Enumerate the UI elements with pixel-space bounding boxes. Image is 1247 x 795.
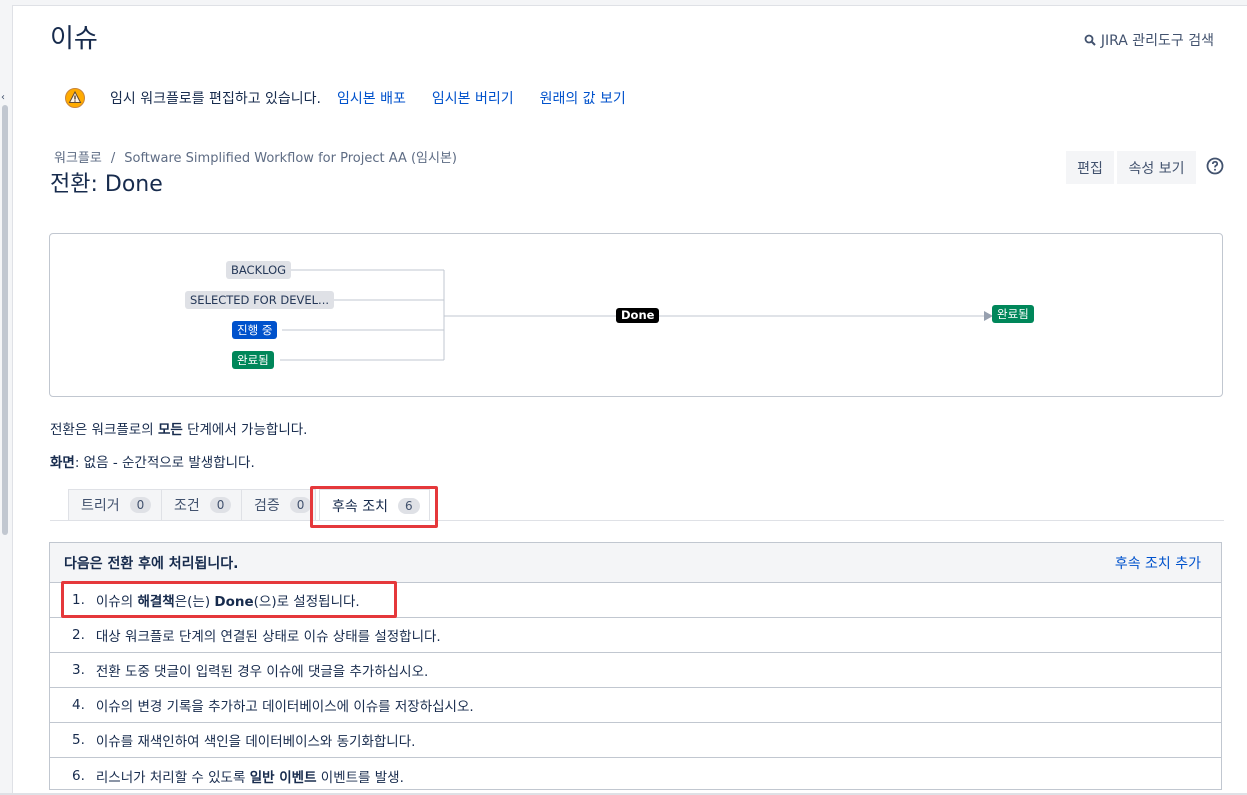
- admin-search-link[interactable]: JIRA 관리도구 검색: [1084, 30, 1214, 50]
- post-functions-panel: 다음은 전환 후에 처리됩니다. 후속 조치 추가 1. 이슈의 해결책은(는) …: [49, 542, 1222, 790]
- scrollbar-thumb[interactable]: [2, 105, 8, 535]
- transition-label: Done: [616, 308, 660, 323]
- post-functions-list: 1. 이슈의 해결책은(는) Done(으)로 설정됩니다. 2. 대상 워크플로 단…: [50, 583, 1221, 789]
- post-function-number: 3.: [72, 662, 85, 678]
- post-function-text: 전환 도중 댓글이 입력된 경우 이슈에 댓글을 추가하십시오.: [96, 660, 428, 680]
- availability-text-post: 단계에서 가능합니다.: [182, 422, 308, 438]
- page-title: 이슈: [50, 24, 98, 54]
- edit-button[interactable]: 편집: [1066, 151, 1114, 184]
- availability-text-pre: 전환은 워크플로의: [50, 422, 158, 438]
- tab-conditions-label: 조건: [174, 498, 200, 514]
- chevron-left-icon[interactable]: ‹: [1, 92, 5, 103]
- transition-screen-text: 화면: 없음 - 순간적으로 발생합니다.: [50, 451, 255, 471]
- source-status-in-progress: 진행 중: [232, 321, 278, 339]
- post-function-text: 리스너가 처리할 수 있도록 일반 이벤트 이벤트를 발생.: [96, 766, 404, 786]
- tab-post-functions-label: 후속 조치: [332, 498, 388, 515]
- post-function-text-part: 이슈의: [95, 594, 138, 610]
- search-icon: [1084, 34, 1096, 46]
- post-function-text-part: 리스너가 처리할 수 있도록: [95, 769, 250, 786]
- breadcrumb: 워크플로 / Software Simplified Workflow for Pr…: [54, 147, 457, 166]
- tab-post-functions-count: 6: [397, 497, 420, 514]
- breadcrumb-workflow-name[interactable]: Software Simplified Workflow for Project…: [124, 151, 457, 166]
- top-border: [0, 0, 1247, 6]
- post-functions-header-text: 다음은 전환 후에 처리됩니다.: [64, 555, 239, 572]
- tab-triggers-count: 0: [129, 497, 152, 513]
- tab-triggers[interactable]: 트리거 0: [68, 489, 162, 520]
- help-icon[interactable]: [1206, 157, 1224, 175]
- draft-warning-message: 임시 워크플로를 편집하고 있습니다.: [110, 91, 321, 107]
- post-function-text-part: 은(는): [174, 594, 215, 610]
- transition-title-prefix: 전환:: [50, 172, 105, 197]
- post-function-text: 이슈를 재색인하여 색인을 데이터베이스와 동기화합니다.: [96, 730, 416, 750]
- tab-post-functions[interactable]: 후속 조치 6: [319, 489, 430, 521]
- post-function-text: 대상 워크플로 단계의 연결된 상태로 이슈 상태를 설정합니다.: [96, 625, 441, 645]
- tab-validators[interactable]: 검증 0: [241, 489, 316, 520]
- breadcrumb-workflows[interactable]: 워크플로: [54, 151, 102, 166]
- transition-title: 전환: Done: [50, 166, 163, 198]
- tab-conditions-count: 0: [209, 497, 232, 513]
- tabs-divider: [50, 520, 1224, 521]
- tab-conditions[interactable]: 조건 0: [161, 489, 242, 520]
- post-function-text-bold: Done: [214, 594, 254, 610]
- transition-availability-text: 전환은 워크플로의 모든 단계에서 가능합니다.: [50, 418, 307, 438]
- warning-icon: [65, 88, 85, 108]
- post-function-number: 2.: [72, 627, 85, 643]
- add-post-function-link[interactable]: 후속 조치 추가: [1115, 553, 1201, 573]
- post-function-text-bold: 해결책: [137, 594, 175, 610]
- breadcrumb-separator: /: [110, 151, 116, 166]
- post-function-text: 이슈의 변경 기록을 추가하고 데이터베이스에 이슈를 저장하십시오.: [96, 695, 474, 715]
- post-function-text-part: 전환 도중 댓글이 입력된 경우 이슈에 댓글을 추가하십시오.: [95, 664, 429, 680]
- post-function-number: 4.: [72, 697, 85, 713]
- view-original-link[interactable]: 원래의 값 보기: [540, 88, 626, 108]
- post-function-text-bold: 일반 이벤트: [249, 769, 317, 786]
- source-status-done: 완료됨: [232, 351, 274, 369]
- post-function-number: 6.: [72, 767, 85, 784]
- screen-label: 화면: [50, 455, 75, 471]
- left-scrollbar[interactable]: ‹: [0, 5, 13, 795]
- post-function-row: 5. 이슈를 재색인하여 색인을 데이터베이스와 동기화합니다.: [50, 723, 1221, 758]
- post-function-text-part: 대상 워크플로 단계의 연결된 상태로 이슈 상태를 설정합니다.: [95, 629, 441, 645]
- post-function-row: 2. 대상 워크플로 단계의 연결된 상태로 이슈 상태를 설정합니다.: [50, 618, 1221, 653]
- tab-validators-label: 검증: [254, 498, 280, 514]
- post-function-row: 1. 이슈의 해결책은(는) Done(으)로 설정됩니다.: [50, 583, 1221, 618]
- tab-validators-count: 0: [289, 497, 312, 513]
- post-function-text-part: (으)로 설정됩니다.: [253, 594, 360, 610]
- target-status-done: 완료됨: [992, 305, 1034, 323]
- post-function-row: 4. 이슈의 변경 기록을 추가하고 데이터베이스에 이슈를 저장하십시오.: [50, 688, 1221, 723]
- post-function-row: 3. 전환 도중 댓글이 입력된 경우 이슈에 댓글을 추가하십시오.: [50, 653, 1221, 688]
- view-properties-button[interactable]: 속성 보기: [1117, 151, 1196, 184]
- transition-diagram: BACKLOG SELECTED FOR DEVEL... 진행 중 완료됨 D…: [49, 233, 1223, 397]
- post-function-text-part: 이슈를 재색인하여 색인을 데이터베이스와 동기화합니다.: [95, 734, 416, 750]
- post-function-text: 이슈의 해결책은(는) Done(으)로 설정됩니다.: [96, 590, 360, 610]
- post-function-number: 5.: [72, 732, 85, 748]
- tab-triggers-label: 트리거: [81, 498, 120, 514]
- publish-draft-link[interactable]: 임시본 배포: [337, 88, 406, 108]
- post-function-number: 1.: [72, 592, 85, 608]
- post-function-text-part: 이슈의 변경 기록을 추가하고 데이터베이스에 이슈를 저장하십시오.: [95, 699, 474, 715]
- draft-warning-banner: 임시 워크플로를 편집하고 있습니다. 임시본 배포 임시본 버리기 원래의 값…: [65, 88, 652, 108]
- discard-draft-link[interactable]: 임시본 버리기: [432, 88, 514, 108]
- source-status-selected-for-development: SELECTED FOR DEVEL...: [185, 291, 335, 309]
- availability-text-bold: 모든: [157, 422, 183, 438]
- source-status-backlog: BACKLOG: [226, 261, 292, 279]
- transition-title-name: Done: [104, 172, 163, 197]
- admin-search-label: JIRA 관리도구 검색: [1100, 33, 1214, 49]
- post-functions-header: 다음은 전환 후에 처리됩니다. 후속 조치 추가: [50, 543, 1221, 583]
- post-function-text-part: 이벤트를 발생.: [316, 769, 404, 786]
- post-function-row: 6. 리스너가 처리할 수 있도록 일반 이벤트 이벤트를 발생.: [50, 758, 1221, 789]
- screen-value: : 없음 - 순간적으로 발생합니다.: [74, 455, 255, 471]
